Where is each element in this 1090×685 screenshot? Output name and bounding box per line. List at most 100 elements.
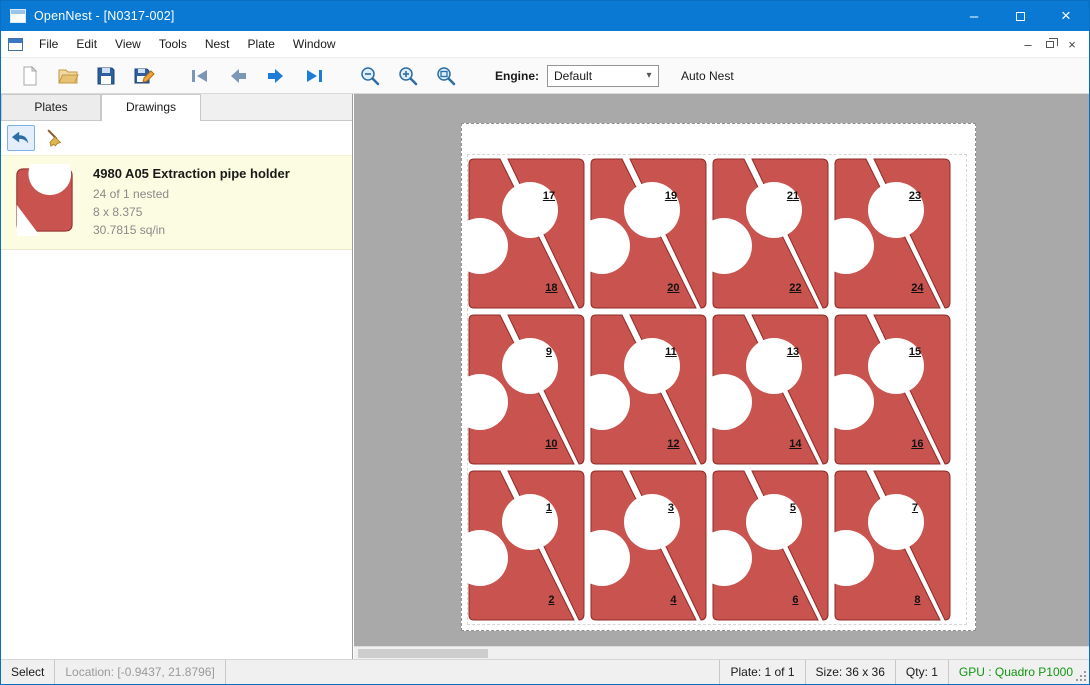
part-number: 3	[668, 502, 674, 514]
next-arrow-icon	[265, 65, 287, 87]
status-gpu: GPU : Quadro P1000	[949, 660, 1089, 684]
part-number: 14	[789, 438, 801, 450]
drawing-area: 30.7815 sq/in	[93, 223, 290, 237]
part-number: 21	[787, 190, 799, 202]
plate: 17 18 19 20 21 22 23 24	[461, 123, 976, 631]
part-pair-shape	[588, 468, 710, 624]
zoom-out-icon	[359, 65, 381, 87]
last-plate-button[interactable]	[299, 61, 329, 91]
part-pair-shape	[466, 468, 588, 624]
sidebar: Plates Drawings	[1, 94, 353, 659]
main-toolbar: Engine: Default ▾ Auto Nest	[1, 58, 1089, 94]
status-location: Location: [-0.9437, 21.8796]	[55, 660, 225, 684]
menu-item-window[interactable]: Window	[284, 32, 345, 56]
part-number: 10	[545, 438, 557, 450]
nested-part-pair[interactable]: 7 8	[832, 468, 954, 624]
part-pair-shape	[588, 312, 710, 468]
menu-item-edit[interactable]: Edit	[67, 32, 106, 56]
nested-part-pair[interactable]: 15 16	[832, 312, 954, 468]
tab-drawings[interactable]: Drawings	[101, 94, 201, 121]
next-plate-button[interactable]	[261, 61, 291, 91]
part-pair-shape	[710, 156, 832, 312]
part-number: 20	[667, 282, 679, 294]
maximize-button[interactable]	[997, 1, 1043, 31]
nested-part-pair[interactable]: 3 4	[588, 468, 710, 624]
new-button[interactable]	[15, 61, 45, 91]
part-pair-shape	[466, 156, 588, 312]
part-number: 9	[546, 346, 552, 358]
restore-icon	[1046, 41, 1054, 48]
engine-select[interactable]: Default ▾	[547, 65, 659, 87]
save-edit-icon	[133, 65, 155, 87]
nested-part-pair[interactable]: 9 10	[466, 312, 588, 468]
menu-item-file[interactable]: File	[30, 32, 67, 56]
part-number: 18	[545, 282, 557, 294]
nested-part-pair[interactable]: 17 18	[466, 156, 588, 312]
part-number: 4	[670, 594, 676, 606]
close-button[interactable]: ×	[1043, 1, 1089, 31]
drawing-list-item[interactable]: 4980 A05 Extraction pipe holder 24 of 1 …	[1, 155, 352, 250]
auto-nest-button[interactable]: Auto Nest	[675, 65, 740, 87]
part-number: 11	[665, 346, 677, 358]
part-number: 19	[665, 190, 677, 202]
zoom-out-button[interactable]	[355, 61, 385, 91]
nested-part-pair[interactable]: 23 24	[832, 156, 954, 312]
previous-plate-button[interactable]	[223, 61, 253, 91]
engine-label: Engine:	[495, 69, 539, 83]
part-pair-shape	[832, 468, 954, 624]
zoom-in-button[interactable]	[393, 61, 423, 91]
last-arrow-icon	[303, 65, 325, 87]
part-number: 22	[789, 282, 801, 294]
part-pair-shape	[710, 468, 832, 624]
scrollbar-thumb[interactable]	[358, 649, 488, 658]
new-file-icon	[19, 65, 41, 87]
resize-grip[interactable]	[1084, 679, 1086, 681]
chevron-down-icon: ▾	[640, 70, 658, 81]
status-spacer	[226, 660, 721, 684]
menu-item-tools[interactable]: Tools	[150, 32, 196, 56]
status-bar: Select Location: [-0.9437, 21.8796] Plat…	[1, 659, 1089, 684]
tab-plates[interactable]: Plates	[1, 94, 101, 120]
drawings-toolbar	[1, 121, 352, 155]
first-plate-button[interactable]	[185, 61, 215, 91]
part-number: 7	[912, 502, 918, 514]
menu-bar: File Edit View Tools Nest Plate Window –…	[1, 31, 1089, 58]
menu-item-view[interactable]: View	[106, 32, 150, 56]
app-icon	[10, 9, 26, 23]
minimize-button[interactable]: –	[951, 1, 997, 31]
part-number: 16	[911, 438, 923, 450]
drawing-info: 4980 A05 Extraction pipe holder 24 of 1 …	[93, 164, 290, 241]
nested-part-pair[interactable]: 21 22	[710, 156, 832, 312]
canvas-horizontal-scrollbar[interactable]	[354, 646, 1089, 659]
status-plate: Plate: 1 of 1	[720, 660, 805, 684]
part-number: 6	[792, 594, 798, 606]
zoom-fit-button[interactable]	[431, 61, 461, 91]
part-number: 17	[543, 190, 555, 202]
drawing-dimensions: 8 x 8.375	[93, 205, 290, 219]
mdi-minimize-button[interactable]: –	[1017, 34, 1039, 54]
return-to-plate-button[interactable]	[7, 125, 35, 151]
nested-part-pair[interactable]: 13 14	[710, 312, 832, 468]
save-button[interactable]	[91, 61, 121, 91]
part-number: 8	[914, 594, 920, 606]
part-number: 24	[911, 282, 923, 294]
nested-part-pair[interactable]: 5 6	[710, 468, 832, 624]
save-edit-button[interactable]	[129, 61, 159, 91]
title-bar: OpenNest - [N0317-002] – ×	[1, 1, 1089, 31]
menu-item-nest[interactable]: Nest	[196, 32, 239, 56]
nesting-canvas[interactable]: 17 18 19 20 21 22 23 24	[354, 94, 1089, 659]
nested-part-pair[interactable]: 19 20	[588, 156, 710, 312]
status-qty: Qty: 1	[896, 660, 949, 684]
open-button[interactable]	[53, 61, 83, 91]
part-number: 5	[790, 502, 796, 514]
nested-part-pair[interactable]: 11 12	[588, 312, 710, 468]
clear-nest-button[interactable]	[41, 125, 69, 151]
menu-item-plate[interactable]: Plate	[239, 32, 284, 56]
open-folder-icon	[57, 65, 79, 87]
part-number: 23	[909, 190, 921, 202]
mdi-close-button[interactable]: ×	[1061, 34, 1083, 54]
mdi-restore-button[interactable]	[1039, 34, 1061, 54]
nested-part-pair[interactable]: 1 2	[466, 468, 588, 624]
sidebar-tabstrip: Plates Drawings	[1, 94, 352, 121]
part-number: 15	[909, 346, 921, 358]
